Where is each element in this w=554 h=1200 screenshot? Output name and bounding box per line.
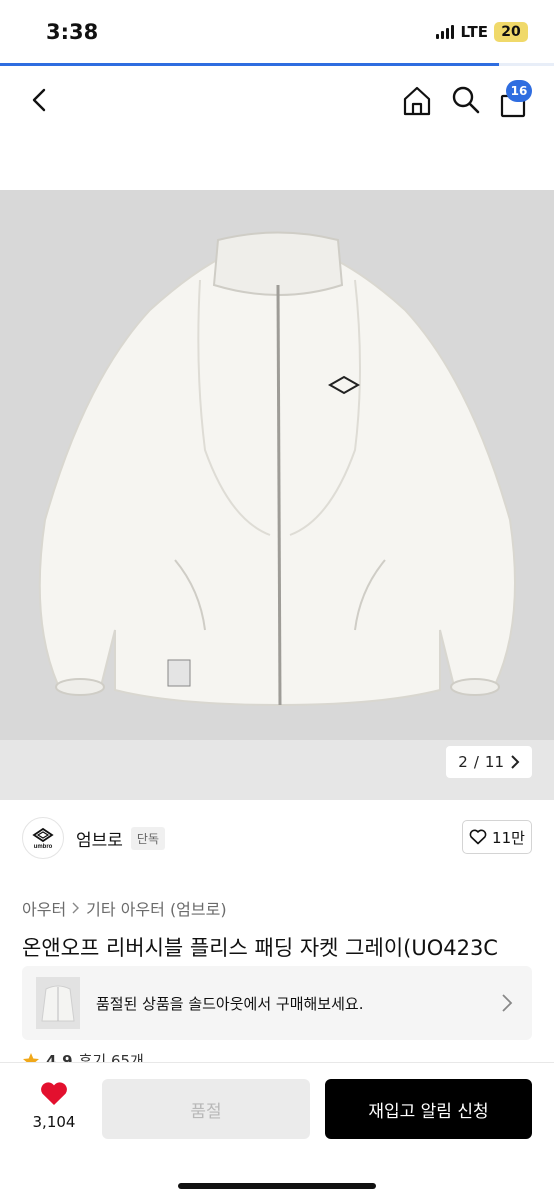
jacket-image (0, 190, 554, 800)
app-header (0, 66, 554, 190)
chevron-right-icon (502, 994, 513, 1012)
search-icon (452, 86, 480, 114)
search-button[interactable] (450, 84, 482, 116)
wishlist-count: 3,104 (32, 1113, 76, 1131)
restock-alert-button[interactable]: 재입고 알림 신청 (325, 1079, 532, 1139)
brand-row[interactable]: umbro 엄브로 단독 11만 (22, 812, 532, 864)
breadcrumb-level2[interactable]: 기타 아우터 (엄브로) (86, 896, 226, 920)
heart-outline-icon (469, 829, 487, 845)
brand-exclusive-tag: 단독 (130, 826, 166, 850)
signal-icon (436, 25, 455, 39)
umbro-logo-icon: umbro (32, 827, 54, 850)
brand-like-count: 11만 (492, 828, 525, 847)
battery-icon: 20 (494, 22, 528, 42)
cart-count-badge: 16 (506, 80, 532, 102)
soldout-button[interactable]: 품절 (102, 1079, 310, 1139)
bottom-action-bar: 3,104 품절 재입고 알림 신청 (0, 1062, 554, 1200)
image-counter-separator: / (473, 753, 479, 771)
home-indicator (178, 1183, 376, 1189)
home-icon (403, 86, 431, 116)
breadcrumb-level1[interactable]: 아우터 (22, 896, 66, 920)
chevron-left-icon (32, 88, 46, 112)
image-counter-total: 11 (484, 753, 504, 771)
status-time: 3:38 (46, 20, 99, 44)
breadcrumb: 아우터 기타 아우터 (엄브로) (22, 896, 227, 920)
image-counter[interactable]: 2 / 11 (446, 746, 532, 778)
chevron-right-icon (511, 755, 520, 769)
product-title: 온앤오프 리버시블 플리스 패딩 자켓 그레이(UO423C (22, 936, 498, 960)
product-image[interactable]: 2 / 11 (0, 190, 554, 800)
brand-logo[interactable]: umbro (22, 817, 64, 859)
product-thumbnail (36, 977, 80, 1029)
status-bar: 3:38 LTE 20 (0, 0, 554, 64)
chevron-right-icon (72, 902, 80, 914)
brand-like-button[interactable]: 11만 (462, 820, 532, 854)
network-label: LTE (460, 23, 488, 41)
status-indicators: LTE 20 (436, 22, 528, 42)
brand-name[interactable]: 엄브로 (76, 826, 123, 851)
back-button[interactable] (24, 84, 56, 116)
home-button[interactable] (400, 84, 434, 118)
wishlist-button[interactable]: 3,104 (24, 1081, 84, 1141)
soldout-banner[interactable]: 품절된 상품을 솔드아웃에서 구매해보세요. (22, 966, 532, 1040)
brand-logo-text: umbro (34, 844, 53, 850)
image-counter-current: 2 (458, 753, 468, 771)
heart-filled-icon (41, 1082, 67, 1105)
soldout-banner-text: 품절된 상품을 솔드아웃에서 구매해보세요. (96, 994, 364, 1013)
